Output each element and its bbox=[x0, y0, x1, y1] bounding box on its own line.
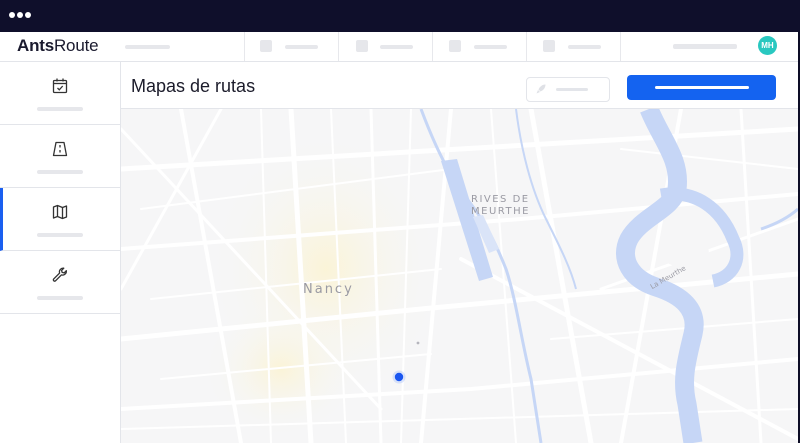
window-titlebar bbox=[0, 0, 800, 32]
user-name-placeholder[interactable] bbox=[673, 44, 737, 49]
map-canvas bbox=[121, 109, 798, 443]
window-dot-icon[interactable] bbox=[17, 12, 23, 18]
sidebar-item-label bbox=[37, 170, 83, 174]
city-center-area bbox=[201, 299, 361, 439]
primary-action-button[interactable] bbox=[627, 75, 776, 100]
sidebar-item-map[interactable] bbox=[0, 188, 120, 251]
nav-divider bbox=[620, 32, 621, 61]
user-avatar[interactable]: MH bbox=[758, 36, 777, 55]
nav-item-icon[interactable] bbox=[543, 40, 555, 52]
nav-item-label[interactable] bbox=[474, 45, 507, 49]
secondary-button-label bbox=[556, 88, 588, 91]
nav-item-label[interactable] bbox=[285, 45, 318, 49]
nav-placeholder bbox=[125, 45, 170, 49]
map-label-district: MEURTHE bbox=[471, 206, 530, 217]
primary-button-label bbox=[655, 86, 749, 89]
location-marker-icon[interactable] bbox=[394, 372, 404, 382]
sidebar bbox=[0, 62, 121, 443]
nav-divider bbox=[244, 32, 245, 61]
nav-item-label[interactable] bbox=[380, 45, 413, 49]
calendar-check-icon bbox=[52, 78, 68, 94]
road-icon bbox=[52, 141, 68, 157]
poi-dot bbox=[416, 341, 420, 345]
nav-item-icon[interactable] bbox=[449, 40, 461, 52]
sidebar-item-calendar[interactable] bbox=[0, 62, 120, 125]
window-dot-icon[interactable] bbox=[25, 12, 31, 18]
nav-item-label[interactable] bbox=[568, 45, 601, 49]
sidebar-item-label bbox=[37, 107, 83, 111]
sidebar-item-label bbox=[37, 296, 83, 300]
nav-item-icon[interactable] bbox=[356, 40, 368, 52]
top-navigation-bar: AntsRoute MH bbox=[0, 32, 798, 62]
nav-item-icon[interactable] bbox=[260, 40, 272, 52]
sidebar-item-settings[interactable] bbox=[0, 251, 120, 314]
map-icon bbox=[52, 204, 68, 220]
app-window: AntsRoute MH Mapas de rutas Nancy RIVES … bbox=[0, 32, 798, 443]
sidebar-item-routes[interactable] bbox=[0, 125, 120, 188]
wrench-icon bbox=[52, 267, 67, 282]
nav-divider bbox=[432, 32, 433, 61]
nav-divider bbox=[526, 32, 527, 61]
secondary-action-button[interactable] bbox=[526, 77, 610, 102]
map-label-city: Nancy bbox=[303, 282, 354, 297]
page-title: Mapas de rutas bbox=[131, 76, 256, 96]
page-header: Mapas de rutas bbox=[121, 62, 798, 109]
app-logo[interactable]: AntsRoute bbox=[17, 36, 99, 56]
rocket-icon bbox=[536, 84, 546, 94]
sidebar-item-label bbox=[37, 233, 83, 237]
nav-divider bbox=[338, 32, 339, 61]
route-map[interactable]: Nancy RIVES DE MEURTHE La Meurthe bbox=[121, 109, 798, 443]
map-label-district: RIVES DE bbox=[471, 194, 530, 205]
river-meurthe bbox=[616, 109, 704, 443]
window-dot-icon[interactable] bbox=[9, 12, 15, 18]
